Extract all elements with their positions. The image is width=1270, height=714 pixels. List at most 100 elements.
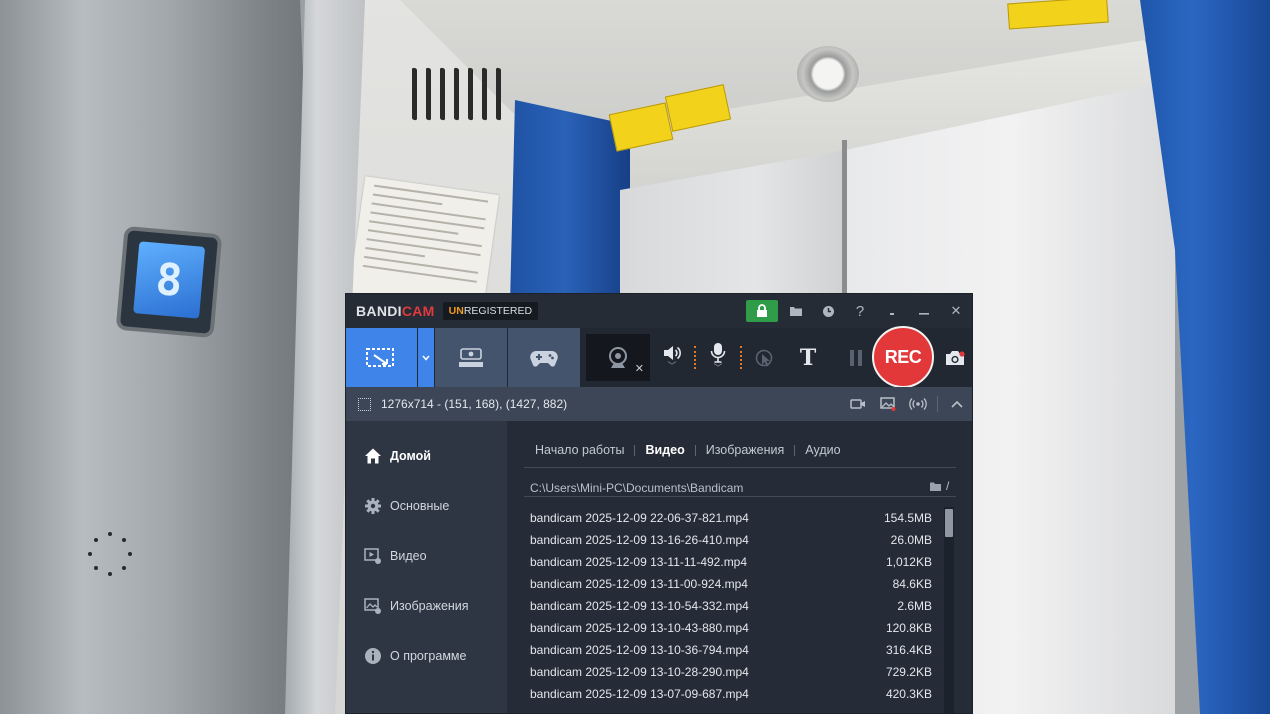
text-icon: T	[799, 344, 817, 371]
capture-resolution: 1276x714 - (151, 168), (1427, 882)	[381, 397, 568, 411]
file-name: bandicam 2025-12-09 13-16-26-410.mp4	[530, 533, 749, 547]
file-size: 154.5MB	[883, 511, 932, 525]
scrollbar-thumb[interactable]	[945, 509, 953, 537]
chevron-down-icon[interactable]: ﹀	[667, 362, 676, 371]
path-extra[interactable]: /	[946, 479, 949, 493]
file-size: 26.0MB	[890, 533, 932, 547]
file-row[interactable]: bandicam 2025-12-09 13-10-36-794.mp4 316.…	[530, 639, 932, 661]
info-bar-controls	[843, 387, 972, 421]
tab-video[interactable]: Видео	[635, 443, 694, 457]
lock-icon[interactable]	[746, 300, 778, 322]
help-icon[interactable]: ?	[844, 294, 876, 328]
sidebar-item-home[interactable]: Домой	[346, 431, 507, 481]
open-folder-icon[interactable]	[929, 481, 942, 492]
screenshot-button[interactable]	[938, 328, 972, 387]
minimize-tray-icon[interactable]	[876, 294, 908, 328]
path-actions: /	[929, 479, 949, 493]
image-settings-icon	[363, 596, 383, 616]
webcam-icon	[609, 346, 627, 368]
webcam-disabled-mark: ✕	[634, 363, 644, 375]
file-name: bandicam 2025-12-09 13-10-28-290.mp4	[530, 665, 749, 679]
file-name: bandicam 2025-12-09 13-11-00-924.mp4	[530, 577, 748, 591]
pause-icon	[850, 349, 862, 366]
bandicam-logo: BANDICAM	[356, 303, 435, 319]
live-stream-button[interactable]	[903, 398, 933, 410]
chevron-down-icon[interactable]: ﹀	[713, 364, 722, 373]
file-row[interactable]: bandicam 2025-12-09 13-10-28-290.mp4 729.…	[530, 661, 932, 683]
rectangle-mode-button[interactable]	[346, 328, 417, 387]
selection-area-icon	[358, 397, 371, 411]
mode-dropdown-arrow[interactable]	[418, 328, 434, 387]
file-size: 84.6KB	[892, 577, 932, 591]
speaker-button[interactable]: ﹀	[650, 328, 694, 387]
info-icon	[363, 646, 383, 666]
divider	[524, 467, 956, 468]
wall-vent	[412, 67, 501, 121]
tab-getting-started[interactable]: Начало работы	[525, 443, 634, 457]
chevron-up-icon	[951, 400, 963, 408]
file-row[interactable]: bandicam 2025-12-09 13-10-54-332.mp4 2.6M…	[530, 595, 932, 617]
rectangle-area-icon	[365, 347, 394, 367]
divider	[524, 496, 956, 497]
content-tabs: Начало работы Видео Изображения Аудио	[525, 443, 851, 457]
output-folder-path: C:\Users\Mini-PC\Documents\Bandicam	[530, 481, 744, 495]
broadcast-icon	[909, 398, 927, 410]
file-row[interactable]: bandicam 2025-12-09 13-11-00-924.mp4 84.6…	[530, 573, 932, 595]
file-row[interactable]: bandicam 2025-12-09 22-06-37-821.mp4 154.…	[530, 507, 932, 529]
file-name: bandicam 2025-12-09 13-10-54-332.mp4	[530, 599, 749, 613]
image-capture-button[interactable]	[873, 397, 903, 411]
sidebar-item-video[interactable]: Видео	[346, 531, 507, 581]
speaker-icon	[664, 346, 681, 360]
file-size: 2.6MB	[897, 599, 932, 613]
floor-number-display: 8	[133, 241, 206, 319]
bandicam-window: BANDICAM UNREGISTERED ? ✕ ✕ ﹀ ﹀ T REC 12…	[345, 293, 973, 714]
camera-icon	[946, 350, 965, 365]
video-settings-icon	[363, 546, 383, 566]
main-panel: Начало работы Видео Изображения Аудио C:…	[507, 421, 972, 713]
file-name: bandicam 2025-12-09 13-07-09-687.mp4	[530, 687, 749, 701]
sidebar-item-label: Видео	[390, 549, 427, 563]
chevron-down-icon	[422, 355, 430, 361]
hdmi-mode-button[interactable]	[435, 328, 507, 387]
sidebar: Домой Основные Видео Изображения О прогр…	[346, 421, 507, 713]
webcam-overlay-button[interactable]: ✕	[586, 334, 650, 381]
gear-icon	[363, 496, 383, 516]
video-camera-icon	[850, 399, 865, 409]
divider	[937, 396, 938, 412]
sidebar-item-images[interactable]: Изображения	[346, 581, 507, 631]
folder-icon[interactable]	[780, 294, 812, 328]
gamepad-icon	[530, 350, 558, 367]
hdmi-icon	[459, 347, 483, 367]
file-row[interactable]: bandicam 2025-12-09 13-10-43-880.mp4 120.…	[530, 617, 932, 639]
sidebar-item-about[interactable]: О программе	[346, 631, 507, 681]
cursor-click-icon	[755, 349, 773, 366]
clock-icon[interactable]	[812, 294, 844, 328]
tab-images[interactable]: Изображения	[696, 443, 795, 457]
cursor-effect-button[interactable]	[742, 328, 786, 387]
video-capture-button[interactable]	[843, 398, 873, 410]
game-mode-button[interactable]	[508, 328, 580, 387]
minimize-icon[interactable]	[908, 294, 940, 328]
file-row[interactable]: bandicam 2025-12-09 13-07-09-687.mp4 420.…	[530, 683, 932, 705]
file-size: 420.3KB	[885, 687, 932, 701]
ceiling-light	[797, 46, 859, 102]
file-size: 120.8KB	[885, 621, 932, 635]
text-overlay-button[interactable]: T	[786, 328, 830, 387]
rec-button[interactable]: REC	[872, 326, 934, 388]
sidebar-item-label: Домой	[390, 449, 431, 463]
close-icon[interactable]: ✕	[940, 294, 972, 328]
file-list-scrollbar[interactable]	[944, 507, 954, 713]
sidebar-item-label: Основные	[390, 499, 450, 513]
file-row[interactable]: bandicam 2025-12-09 13-11-11-492.mp4 1,01…	[530, 551, 932, 573]
tab-audio[interactable]: Аудио	[795, 443, 850, 457]
sidebar-item-general[interactable]: Основные	[346, 481, 507, 531]
microphone-button[interactable]: ﹀	[696, 328, 740, 387]
capture-info-bar: 1276x714 - (151, 168), (1427, 882)	[346, 387, 972, 421]
unregistered-badge[interactable]: UNREGISTERED	[442, 302, 539, 320]
collapse-button[interactable]	[942, 400, 972, 408]
title-bar: BANDICAM UNREGISTERED ? ✕	[346, 294, 972, 328]
file-size: 1,012KB	[885, 555, 932, 569]
floor-indicator: 8	[119, 230, 219, 334]
file-size: 729.2KB	[885, 665, 932, 679]
file-row[interactable]: bandicam 2025-12-09 13-16-26-410.mp4 26.0…	[530, 529, 932, 551]
